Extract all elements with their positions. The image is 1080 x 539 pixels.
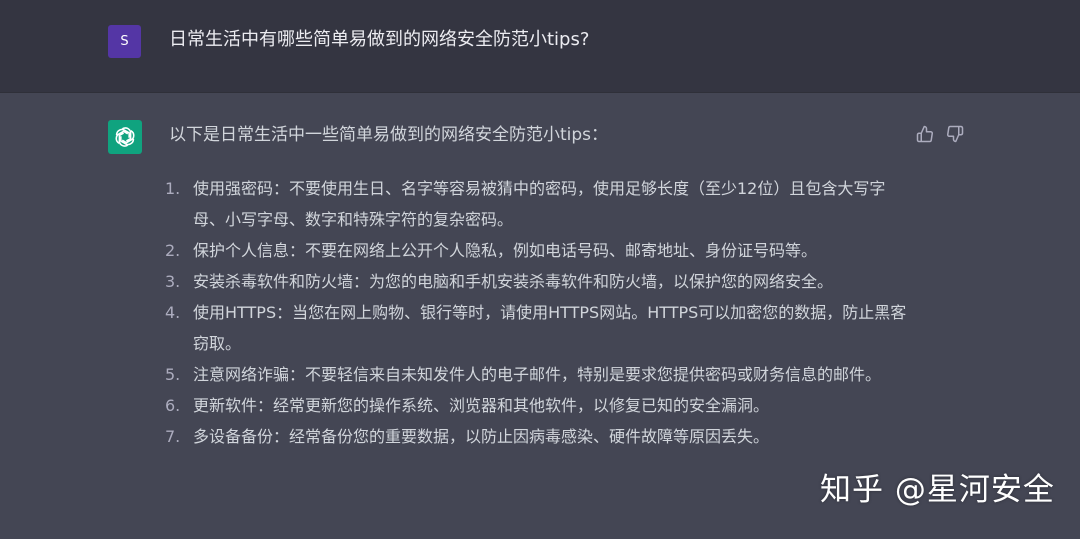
- user-message-row: S 日常生活中有哪些简单易做到的网络安全防范小tips?: [0, 0, 1080, 93]
- list-item-text: 保护个人信息：不要在网络上公开个人隐私，例如电话号码、邮寄地址、身份证号码等。: [193, 241, 818, 260]
- list-item: 6. 更新软件：经常更新您的操作系统、浏览器和其他软件，以修复已知的安全漏洞。: [162, 390, 907, 421]
- watermark: 知乎 @星河安全: [820, 472, 1055, 508]
- thumbs-down-icon: [947, 125, 964, 143]
- list-item: 7. 多设备备份：经常备份您的重要数据，以防止因病毒感染、硬件故障等原因丢失。: [162, 421, 907, 452]
- list-item-number: 4.: [165, 303, 181, 322]
- list-item: 1. 使用强密码：不要使用生日、名字等容易被猜中的密码，使用足够长度（至少12位）…: [162, 173, 907, 235]
- user-avatar: S: [108, 25, 141, 58]
- list-item-text: 安装杀毒软件和防火墙：为您的电脑和手机安装杀毒软件和防火墙，以保护您的网络安全。: [193, 272, 834, 291]
- openai-logo-icon: [115, 127, 135, 147]
- list-item-number: 5.: [165, 365, 181, 384]
- thumbs-down-button[interactable]: [944, 123, 966, 145]
- thumbs-up-button[interactable]: [914, 123, 936, 145]
- list-item-text: 使用强密码：不要使用生日、名字等容易被猜中的密码，使用足够长度（至少12位）且包…: [193, 179, 886, 229]
- list-item-text: 注意网络诈骗：不要轻信来自未知发件人的电子邮件，特别是要求您提供密码或财务信息的…: [193, 365, 882, 384]
- list-item-number: 2.: [165, 241, 181, 260]
- user-prompt-text: 日常生活中有哪些简单易做到的网络安全防范小tips?: [169, 29, 590, 50]
- assistant-avatar: [108, 120, 142, 154]
- list-item: 2. 保护个人信息：不要在网络上公开个人隐私，例如电话号码、邮寄地址、身份证号码等…: [162, 235, 907, 266]
- tips-list: 1. 使用强密码：不要使用生日、名字等容易被猜中的密码，使用足够长度（至少12位）…: [162, 173, 907, 452]
- list-item-number: 1.: [165, 179, 181, 198]
- list-item-number: 3.: [165, 272, 181, 291]
- list-item-text: 多设备备份：经常备份您的重要数据，以防止因病毒感染、硬件故障等原因丢失。: [193, 427, 770, 446]
- list-item-text: 更新软件：经常更新您的操作系统、浏览器和其他软件，以修复已知的安全漏洞。: [193, 396, 770, 415]
- thumbs-up-icon: [916, 125, 933, 143]
- list-item-number: 6.: [165, 396, 181, 415]
- list-item: 3. 安装杀毒软件和防火墙：为您的电脑和手机安装杀毒软件和防火墙，以保护您的网络安…: [162, 266, 907, 297]
- list-item-number: 7.: [165, 427, 181, 446]
- assistant-intro-text: 以下是日常生活中一些简单易做到的网络安全防范小tips：: [169, 125, 609, 145]
- list-item-text: 使用HTTPS：当您在网上购物、银行等时，请使用HTTPS网站。HTTPS可以加…: [193, 303, 907, 353]
- list-item: 5. 注意网络诈骗：不要轻信来自未知发件人的电子邮件，特别是要求您提供密码或财务信…: [162, 359, 907, 390]
- list-item: 4. 使用HTTPS：当您在网上购物、银行等时，请使用HTTPS网站。HTTPS可…: [162, 297, 907, 359]
